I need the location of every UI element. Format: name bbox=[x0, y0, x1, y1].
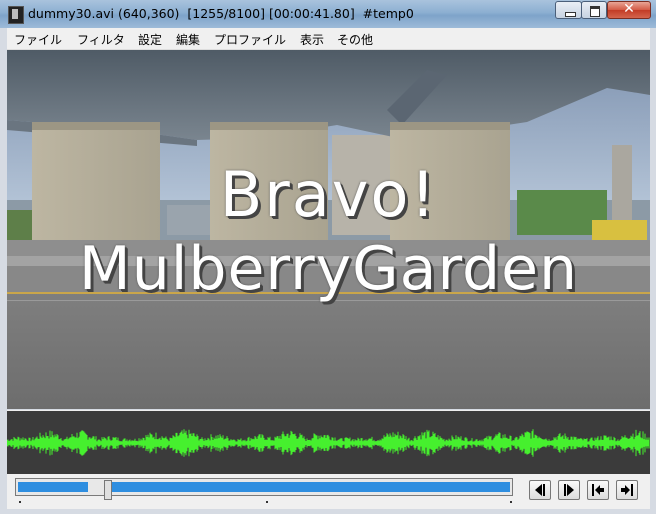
seek-played-fill bbox=[18, 482, 88, 492]
audio-waveform[interactable] bbox=[6, 410, 650, 475]
menu-edit[interactable]: 編集 bbox=[176, 31, 200, 48]
menu-file[interactable]: ファイル bbox=[14, 31, 62, 48]
title-bar[interactable]: dummy30.avi (640,360) [1255/8100] [00:00… bbox=[0, 0, 656, 28]
waveform-graph bbox=[6, 429, 650, 457]
go-to-end-icon bbox=[621, 484, 633, 496]
playback-bar bbox=[7, 474, 650, 509]
seek-slider[interactable] bbox=[15, 478, 513, 500]
waveform-trace bbox=[6, 429, 650, 457]
menu-settings[interactable]: 設定 bbox=[138, 31, 162, 48]
step-back-icon bbox=[535, 484, 545, 496]
menu-bar: ファイル フィルタ 設定 編集 プロファイル 表示 その他 bbox=[7, 28, 650, 50]
main-window: dummy30.avi (640,360) [1255/8100] [00:00… bbox=[0, 0, 656, 514]
video-caption-line1: Bravo! bbox=[219, 158, 438, 231]
film-icon[interactable] bbox=[8, 6, 24, 24]
maximize-button[interactable] bbox=[581, 1, 607, 19]
minimize-icon bbox=[565, 12, 576, 17]
seek-tick bbox=[266, 501, 268, 503]
window-title: dummy30.avi (640,360) [1255/8100] [00:00… bbox=[28, 6, 414, 21]
prev-frame-button[interactable] bbox=[529, 480, 551, 500]
maximize-icon bbox=[590, 6, 600, 17]
jump-start-button[interactable] bbox=[587, 480, 609, 500]
jump-end-button[interactable] bbox=[616, 480, 638, 500]
video-preview[interactable]: Bravo! MulberryGarden bbox=[7, 50, 650, 409]
menu-filter[interactable]: フィルタ bbox=[77, 31, 125, 48]
minimize-button[interactable] bbox=[555, 1, 582, 19]
go-to-start-icon bbox=[592, 484, 604, 496]
menu-view[interactable]: 表示 bbox=[300, 31, 324, 48]
next-frame-button[interactable] bbox=[558, 480, 580, 500]
seek-tick bbox=[510, 501, 512, 503]
menu-other[interactable]: その他 bbox=[337, 31, 373, 48]
video-caption-line2: MulberryGarden bbox=[78, 234, 579, 304]
menu-profile[interactable]: プロファイル bbox=[214, 31, 286, 48]
close-button[interactable]: ✕ bbox=[607, 1, 651, 19]
window-bottom-border bbox=[0, 509, 656, 514]
step-forward-icon bbox=[564, 484, 574, 496]
seek-tick bbox=[19, 501, 21, 503]
close-icon: ✕ bbox=[623, 1, 635, 17]
seek-thumb[interactable] bbox=[104, 480, 112, 500]
seek-remaining-fill bbox=[112, 482, 510, 492]
